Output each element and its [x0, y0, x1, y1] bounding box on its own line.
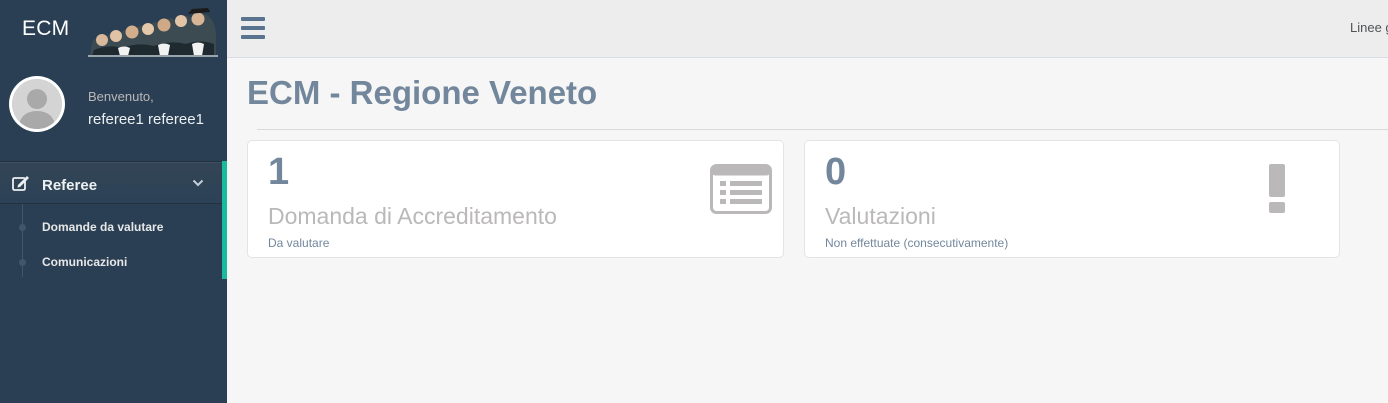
tile-count: 0: [825, 151, 847, 193]
submenu: Domande da valutare Comunicazioni: [0, 204, 222, 279]
tile-label: Domanda di Accreditamento: [268, 203, 557, 229]
sidebar-item-comunicazioni[interactable]: Comunicazioni: [0, 246, 222, 276]
menu-toggle-icon[interactable]: [241, 17, 265, 39]
tile-label: Valutazioni: [825, 203, 936, 229]
avatar[interactable]: [9, 76, 65, 132]
user-name: referee1 referee1: [88, 111, 204, 128]
sidebar-item-domande-da-valutare[interactable]: Domande da valutare: [0, 211, 222, 241]
tile-sublabel: Non effettuate (consecutivamente): [825, 236, 1009, 250]
stat-tile-domande[interactable]: 1 Domanda di Accreditamento Da valutare: [247, 140, 784, 258]
edit-icon: [12, 176, 29, 191]
sidebar-subitem-label: Comunicazioni: [42, 255, 128, 269]
brand[interactable]: ECM: [0, 0, 227, 58]
exclamation-icon: [1269, 164, 1285, 213]
list-alt-icon: [710, 164, 772, 214]
bullet-dot: [19, 259, 26, 266]
sidebar-item-label: Referee: [42, 177, 98, 194]
sidebar-subitem-label: Domande da valutare: [42, 220, 164, 234]
tile-count: 1: [268, 151, 290, 193]
sidebar-item-referee[interactable]: Referee: [0, 161, 222, 204]
welcome-text: Benvenuto,: [88, 89, 154, 104]
top-navbar: Linee g: [227, 0, 1388, 58]
page-title: ECM - Regione Veneto: [247, 74, 598, 111]
bullet-dot: [19, 224, 26, 231]
brand-logo-image: [88, 4, 218, 57]
tile-sublabel: Da valutare: [268, 236, 330, 250]
nav-link-linee-guida[interactable]: Linee g: [1350, 20, 1388, 35]
sidebar-menu-section: Referee Domande da valutare Comunicazion…: [0, 161, 227, 279]
stat-tile-valutazioni[interactable]: 0 Valutazioni Non effettuate (consecutiv…: [804, 140, 1340, 258]
chevron-down-icon[interactable]: [192, 178, 204, 188]
title-divider: [257, 129, 1388, 130]
brand-title[interactable]: ECM: [22, 17, 69, 41]
user-profile: Benvenuto, referee1 referee1: [0, 70, 227, 140]
user-placeholder-icon: [12, 79, 62, 129]
sidebar: ECM Benvenuto, referee1 referee1 Referee…: [0, 0, 227, 403]
